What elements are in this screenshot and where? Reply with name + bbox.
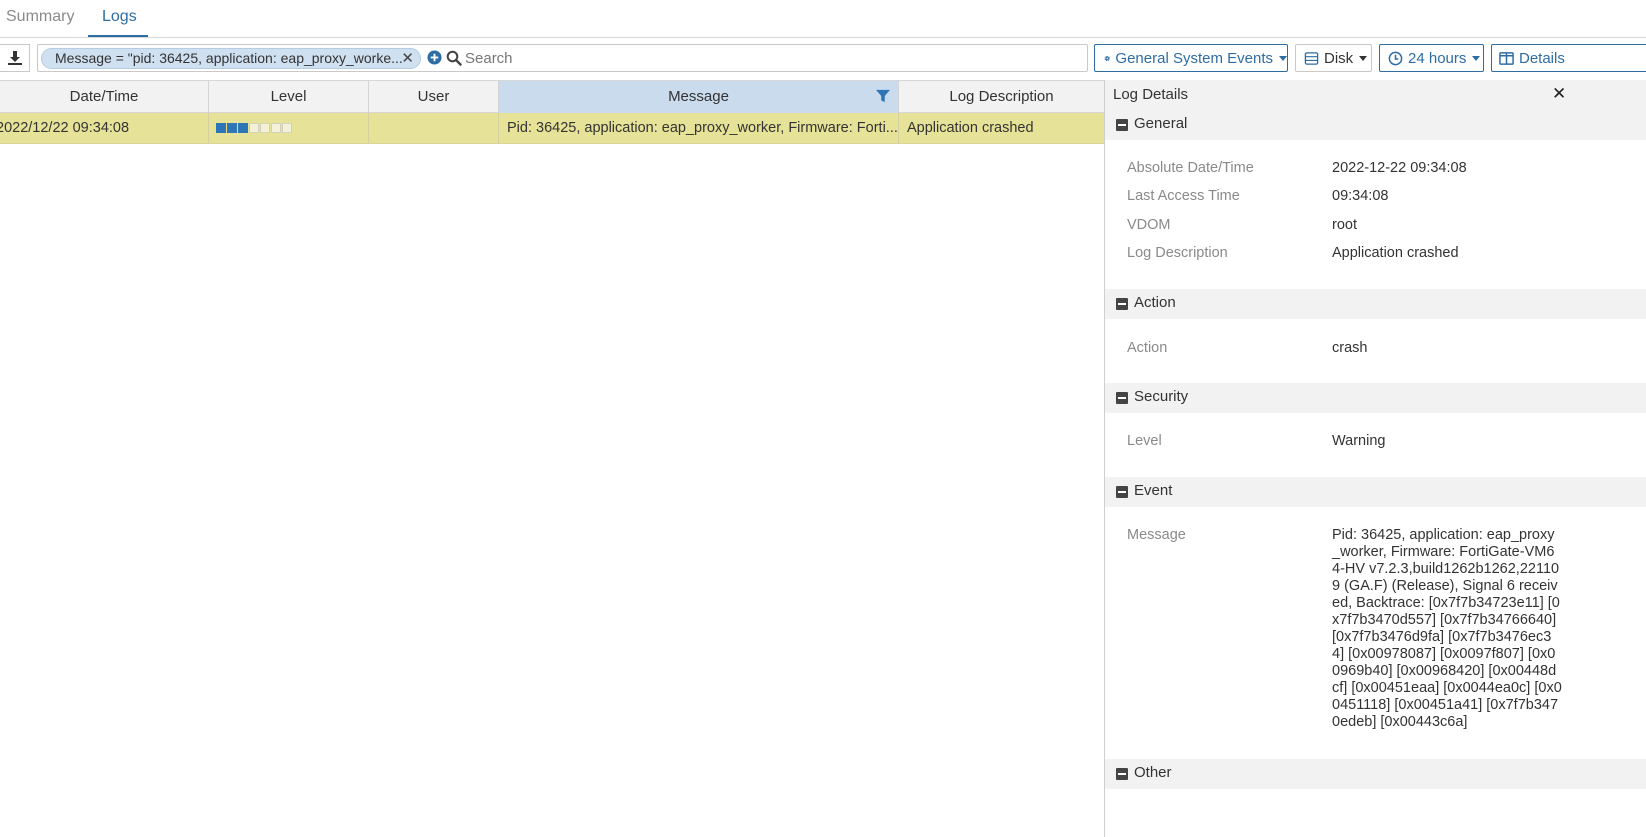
detail-key: VDOM — [1127, 217, 1171, 233]
level-segment — [260, 123, 270, 133]
download-button[interactable] — [0, 44, 30, 72]
detail-message-value: Pid: 36425, application: eap_proxy_worke… — [1332, 527, 1562, 730]
tab-bar: Summary Logs — [0, 0, 1646, 38]
cell-user — [369, 113, 499, 143]
log-toolbar: Message = "pid: 36425, application: eap_… — [0, 40, 1646, 76]
table-row[interactable]: 2022/12/22 09:34:08 Pid: 36425, applicat… — [0, 113, 1104, 144]
tab-logs[interactable]: Logs — [102, 8, 137, 26]
cell-log-description: Application crashed — [907, 120, 1034, 136]
detail-key: Absolute Date/Time — [1127, 160, 1254, 176]
gear-icon — [1104, 55, 1110, 61]
log-source-label: Disk — [1324, 49, 1354, 67]
close-icon[interactable]: ✕ — [401, 49, 414, 68]
time-range-label: 24 hours — [1408, 49, 1467, 67]
detail-value: root — [1332, 217, 1357, 233]
level-segment — [271, 123, 281, 133]
tab-summary[interactable]: Summary — [6, 8, 74, 26]
filter-chip-label: Message = "pid: 36425, application: eap_… — [55, 50, 403, 66]
detail-value: 2022-12-22 09:34:08 — [1332, 160, 1467, 176]
log-type-dropdown[interactable]: General System Events — [1094, 44, 1288, 72]
level-indicator — [216, 123, 292, 133]
level-segment — [227, 123, 237, 133]
section-title: Event — [1134, 482, 1173, 499]
collapse-icon — [1116, 768, 1128, 780]
cell-datetime: 2022/12/22 09:34:08 — [0, 113, 209, 143]
filter-search-box[interactable]: Message = "pid: 36425, application: eap_… — [37, 44, 1088, 72]
detail-key: Log Description — [1127, 245, 1228, 261]
add-filter-icon[interactable] — [427, 50, 442, 65]
search-input[interactable] — [465, 46, 1065, 70]
download-icon — [7, 51, 22, 65]
time-range-dropdown[interactable]: 24 hours — [1379, 44, 1484, 72]
detail-value: 09:34:08 — [1332, 188, 1389, 204]
cell-message: Pid: 36425, application: eap_proxy_worke… — [499, 113, 899, 143]
detail-key: Action — [1127, 340, 1168, 356]
column-header-message[interactable]: Message — [499, 81, 899, 113]
detail-key: Last Access Time — [1127, 188, 1240, 204]
log-details-header: Log Details ✕ — [1105, 80, 1646, 110]
search-icon — [446, 50, 462, 66]
log-type-label: General System Events — [1115, 49, 1273, 67]
section-general-header[interactable]: General — [1105, 110, 1646, 140]
details-toggle-button[interactable]: Details — [1491, 44, 1646, 72]
column-header-message-label: Message — [668, 88, 729, 105]
column-header-log-description[interactable]: Log Description — [899, 81, 1104, 113]
chevron-down-icon — [1359, 55, 1368, 61]
section-title: Security — [1134, 388, 1189, 405]
log-table: Date/Time Level User Message Log Descrip… — [0, 80, 1104, 144]
detail-value: Warning — [1332, 433, 1386, 449]
column-header-level[interactable]: Level — [209, 81, 369, 113]
section-event-header[interactable]: Event — [1105, 477, 1646, 507]
section-security-header[interactable]: Security — [1105, 383, 1646, 413]
close-icon[interactable]: ✕ — [1552, 84, 1566, 104]
column-header-user[interactable]: User — [369, 81, 499, 113]
clock-icon — [1388, 51, 1403, 65]
details-label: Details — [1519, 49, 1565, 67]
table-header: Date/Time Level User Message Log Descrip… — [0, 80, 1104, 113]
log-source-dropdown[interactable]: Disk — [1295, 44, 1372, 72]
collapse-icon — [1116, 119, 1128, 131]
collapse-icon — [1116, 486, 1128, 498]
section-other-header[interactable]: Other — [1105, 759, 1646, 789]
chevron-down-icon — [1472, 55, 1481, 61]
active-tab-indicator — [88, 35, 148, 37]
detail-value: Application crashed — [1332, 245, 1459, 261]
detail-value: crash — [1332, 340, 1368, 356]
filter-chip[interactable]: Message = "pid: 36425, application: eap_… — [41, 48, 421, 69]
collapse-icon — [1116, 298, 1128, 310]
chevron-down-icon — [1279, 55, 1287, 61]
disk-icon — [1304, 51, 1319, 65]
level-segment — [282, 123, 292, 133]
log-details-pane: Log Details ✕ General Absolute Date/Time… — [1104, 80, 1646, 837]
section-title: Other — [1134, 764, 1172, 781]
section-title: General — [1134, 115, 1188, 132]
section-action-header[interactable]: Action — [1105, 289, 1646, 319]
level-segment — [238, 123, 248, 133]
column-header-datetime[interactable]: Date/Time — [0, 81, 209, 113]
detail-key: Level — [1127, 433, 1162, 449]
section-title: Action — [1134, 294, 1176, 311]
columns-icon — [1499, 51, 1514, 65]
level-segment — [249, 123, 259, 133]
level-segment — [216, 123, 226, 133]
log-details-title: Log Details — [1113, 86, 1189, 103]
filter-icon[interactable] — [876, 89, 890, 103]
collapse-icon — [1116, 392, 1128, 404]
detail-key: Message — [1127, 527, 1186, 543]
